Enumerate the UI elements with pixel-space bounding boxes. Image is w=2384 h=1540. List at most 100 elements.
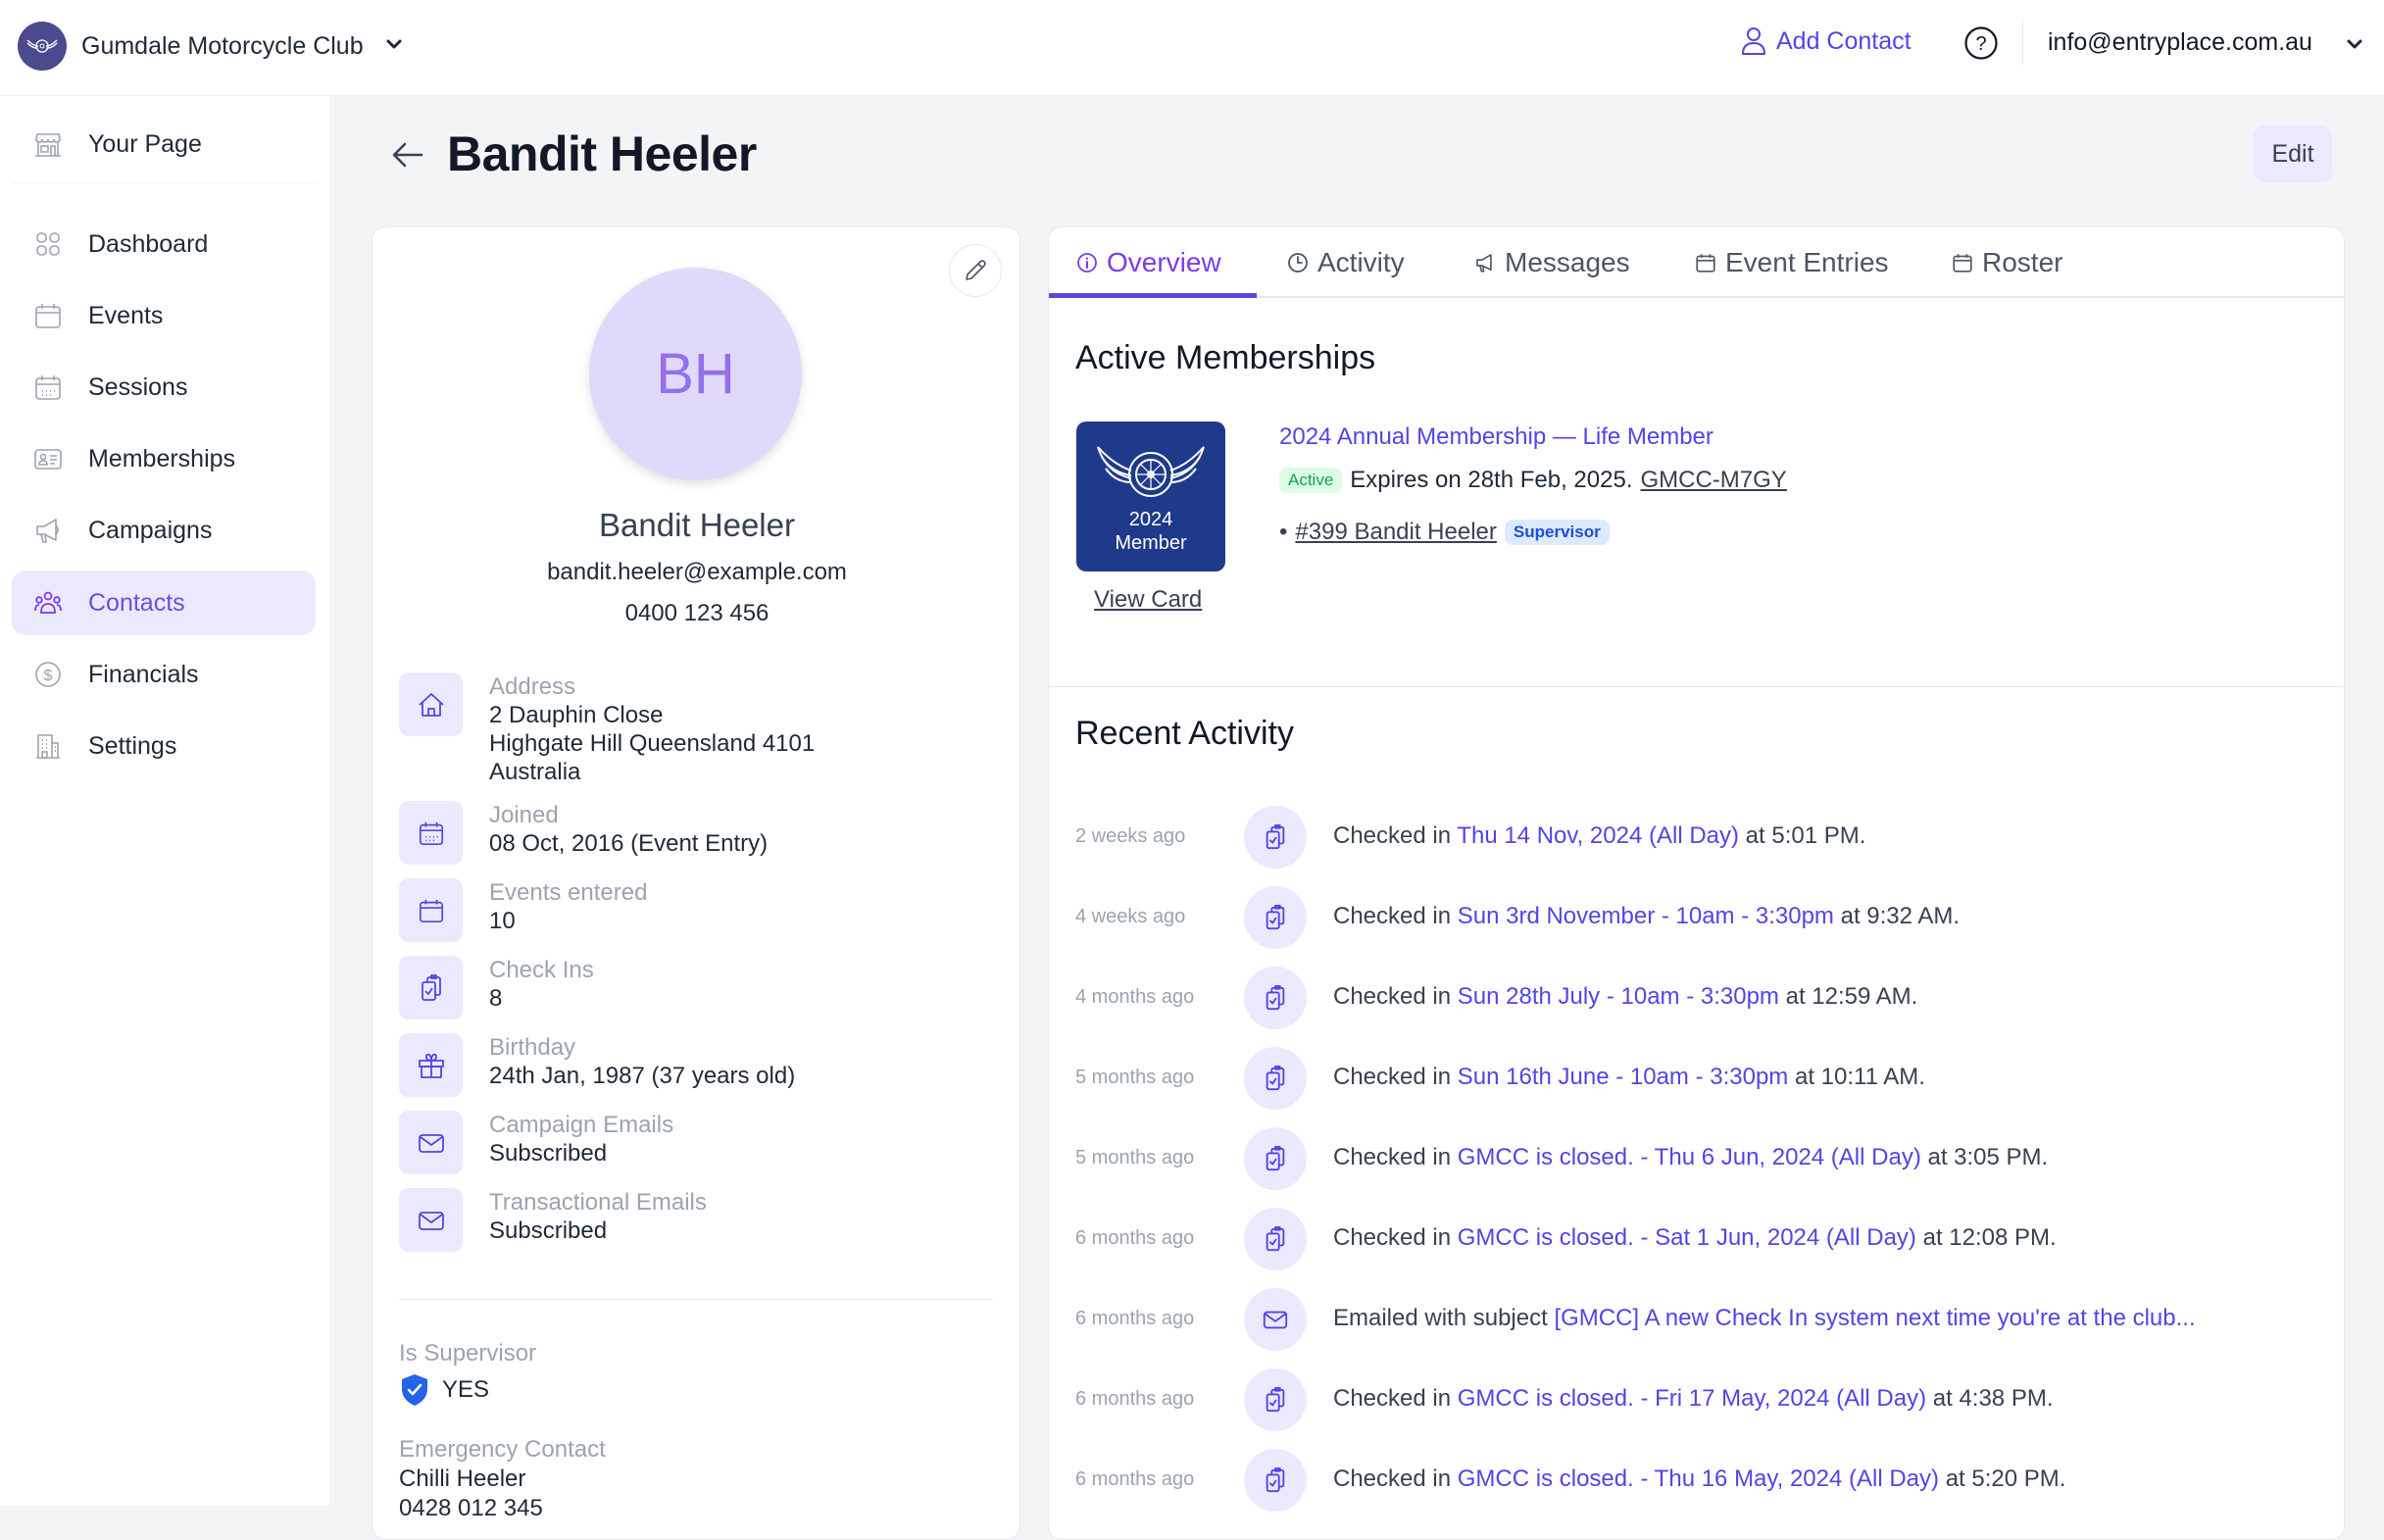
- edit-button[interactable]: Edit: [2254, 125, 2332, 182]
- calendar-days-icon: [399, 801, 463, 865]
- sidebar-item-campaigns[interactable]: Campaigns: [12, 498, 316, 563]
- sidebar-item-label: Financials: [88, 660, 199, 688]
- svg-text:?: ?: [1975, 33, 1986, 55]
- shield-check-icon: [402, 1374, 427, 1406]
- info-value: Australia: [489, 759, 581, 785]
- activity-suffix: at 10:11 AM.: [1788, 1064, 1925, 1090]
- club-logo[interactable]: [18, 22, 67, 71]
- membership-status-line: Active Expires on 28th Feb, 2025. GMCC-M…: [1279, 467, 1787, 494]
- activity-time: 6 months ago: [1075, 1468, 1195, 1490]
- detail-card: Overview Activity Messages Event Entries…: [1048, 226, 2345, 1540]
- activity-time: 4 weeks ago: [1075, 906, 1186, 927]
- tab-activity[interactable]: Activity: [1287, 227, 1405, 298]
- activity-link[interactable]: Thu 14 Nov, 2024 (All Day): [1457, 822, 1739, 849]
- clock-icon: [1288, 253, 1308, 273]
- sidebar-item-label: Your Page: [88, 129, 202, 158]
- info-value: 2 Dauphin Close: [489, 702, 664, 728]
- clipboard-check-icon: [399, 956, 463, 1019]
- activity-link[interactable]: GMCC is closed. - Thu 6 Jun, 2024 (All D…: [1458, 1144, 1921, 1170]
- activity-time: 4 months ago: [1075, 986, 1195, 1008]
- club-name[interactable]: Gumdale Motorcycle Club: [81, 32, 364, 61]
- profile-phone: 0400 123 456: [624, 600, 770, 626]
- tab-roster[interactable]: Roster: [1952, 227, 2062, 298]
- activity-prefix: Checked in: [1333, 822, 1458, 849]
- chevron-down-icon[interactable]: [2345, 37, 2364, 51]
- account-menu[interactable]: info@entryplace.com.au: [2048, 28, 2312, 57]
- activity-prefix: Checked in: [1333, 1064, 1458, 1090]
- activity-link[interactable]: GMCC is closed. - Fri 17 May, 2024 (All …: [1458, 1385, 1926, 1412]
- activity-link[interactable]: Sun 16th June - 10am - 3:30pm: [1458, 1064, 1789, 1090]
- sidebar-divider: [12, 182, 316, 183]
- sidebar-item-sessions[interactable]: Sessions: [12, 355, 316, 420]
- storefront-icon: [33, 129, 63, 159]
- activity-row: 5 months ago Checked in GMCC is closed. -…: [1075, 1127, 2330, 1190]
- active-tab-indicator: [1049, 293, 1257, 298]
- sidebar-item-label: Dashboard: [88, 229, 209, 258]
- info-label: Transactional Emails: [489, 1189, 707, 1216]
- section-divider: [1049, 686, 2344, 687]
- membership-title-link[interactable]: 2024 Annual Membership — Life Member: [1279, 423, 1714, 451]
- back-arrow-icon[interactable]: [390, 137, 425, 173]
- activity-suffix: at 4:38 PM.: [1926, 1385, 2054, 1412]
- tab-overview[interactable]: Overview: [1076, 227, 1221, 298]
- activity-text: Checked in GMCC is closed. - Thu 16 May,…: [1333, 1465, 2065, 1493]
- sidebar-item-financials[interactable]: $ Financials: [12, 642, 316, 707]
- activity-time: 5 months ago: [1075, 1147, 1195, 1168]
- membership-card-image[interactable]: 2024 Member: [1076, 422, 1225, 571]
- sidebar-item-contacts[interactable]: Contacts: [12, 571, 316, 635]
- activity-row: 4 weeks ago Checked in Sun 3rd November -…: [1075, 886, 2330, 949]
- chevron-down-icon[interactable]: [384, 37, 404, 51]
- help-icon[interactable]: ?: [1963, 25, 1999, 61]
- sidebar-item-your-page[interactable]: Your Page: [12, 112, 316, 176]
- clipboard-check-icon: [1244, 1127, 1307, 1190]
- sidebar-item-dashboard[interactable]: Dashboard: [12, 212, 316, 276]
- calendar-icon: [1953, 254, 1972, 273]
- top-bar: Gumdale Motorcycle Club Add Contact ? in…: [0, 0, 2384, 96]
- sidebar-item-events[interactable]: Events: [12, 283, 316, 348]
- edit-profile-button[interactable]: [949, 244, 1002, 297]
- home-icon: [399, 672, 463, 736]
- activity-link[interactable]: GMCC is closed. - Thu 16 May, 2024 (All …: [1458, 1465, 1939, 1492]
- info-value: 10: [489, 908, 516, 934]
- activity-time: 2 weeks ago: [1075, 825, 1186, 847]
- mail-icon: [1244, 1288, 1307, 1351]
- add-contact-button[interactable]: Add Contact: [1741, 26, 1912, 56]
- header-divider: [2022, 22, 2023, 65]
- clipboard-check-icon: [1244, 886, 1307, 949]
- sidebar-item-memberships[interactable]: Memberships: [12, 426, 316, 491]
- activity-prefix: Checked in: [1333, 1385, 1458, 1412]
- dollar-circle-icon: $: [33, 660, 63, 689]
- info-events-entered: Events entered 10: [399, 878, 647, 942]
- membership-code-link[interactable]: GMCC-M7GY: [1640, 467, 1786, 494]
- svg-text:$: $: [44, 668, 53, 684]
- tab-messages[interactable]: Messages: [1474, 227, 1630, 298]
- emergency-contact-label: Emergency Contact: [399, 1436, 606, 1463]
- activity-prefix: Checked in: [1333, 1224, 1458, 1251]
- page-title: Bandit Heeler: [447, 126, 757, 181]
- activity-link[interactable]: Sun 28th July - 10am - 3:30pm: [1458, 983, 1779, 1010]
- info-label: Events entered: [489, 879, 648, 906]
- activity-link[interactable]: GMCC is closed. - Sat 1 Jun, 2024 (All D…: [1458, 1224, 1916, 1251]
- activity-link[interactable]: Sun 3rd November - 10am - 3:30pm: [1458, 903, 1834, 929]
- supervisor-label: Is Supervisor: [399, 1340, 537, 1366]
- id-card-icon: [33, 444, 63, 473]
- info-value: 8: [489, 985, 503, 1012]
- info-label: Campaign Emails: [489, 1112, 674, 1138]
- sidebar-item-label: Settings: [88, 731, 177, 760]
- tab-event-entries[interactable]: Event Entries: [1695, 227, 1889, 298]
- winged-wheel-icon: [1097, 446, 1205, 497]
- activity-suffix: at 12:08 PM.: [1915, 1224, 2057, 1251]
- profile-divider: [399, 1299, 993, 1300]
- sidebar-item-settings[interactable]: Settings: [12, 714, 316, 778]
- card-member: Member: [1115, 532, 1187, 554]
- membership-member-line: • #399 Bandit Heeler Supervisor: [1279, 519, 1610, 546]
- activity-prefix: Checked in: [1333, 983, 1458, 1010]
- membership-card-label: 2024 Member: [1115, 508, 1186, 555]
- activity-time: 6 months ago: [1075, 1227, 1195, 1249]
- member-link[interactable]: #399 Bandit Heeler: [1295, 519, 1496, 546]
- info-value: 08 Oct, 2016 (Event Entry): [489, 830, 769, 857]
- info-check-ins: Check Ins 8: [399, 956, 594, 1019]
- activity-text: Checked in GMCC is closed. - Fri 17 May,…: [1333, 1385, 2054, 1413]
- view-card-link[interactable]: View Card: [1094, 586, 1202, 614]
- activity-link[interactable]: [GMCC] A new Check In system next time y…: [1554, 1305, 2195, 1331]
